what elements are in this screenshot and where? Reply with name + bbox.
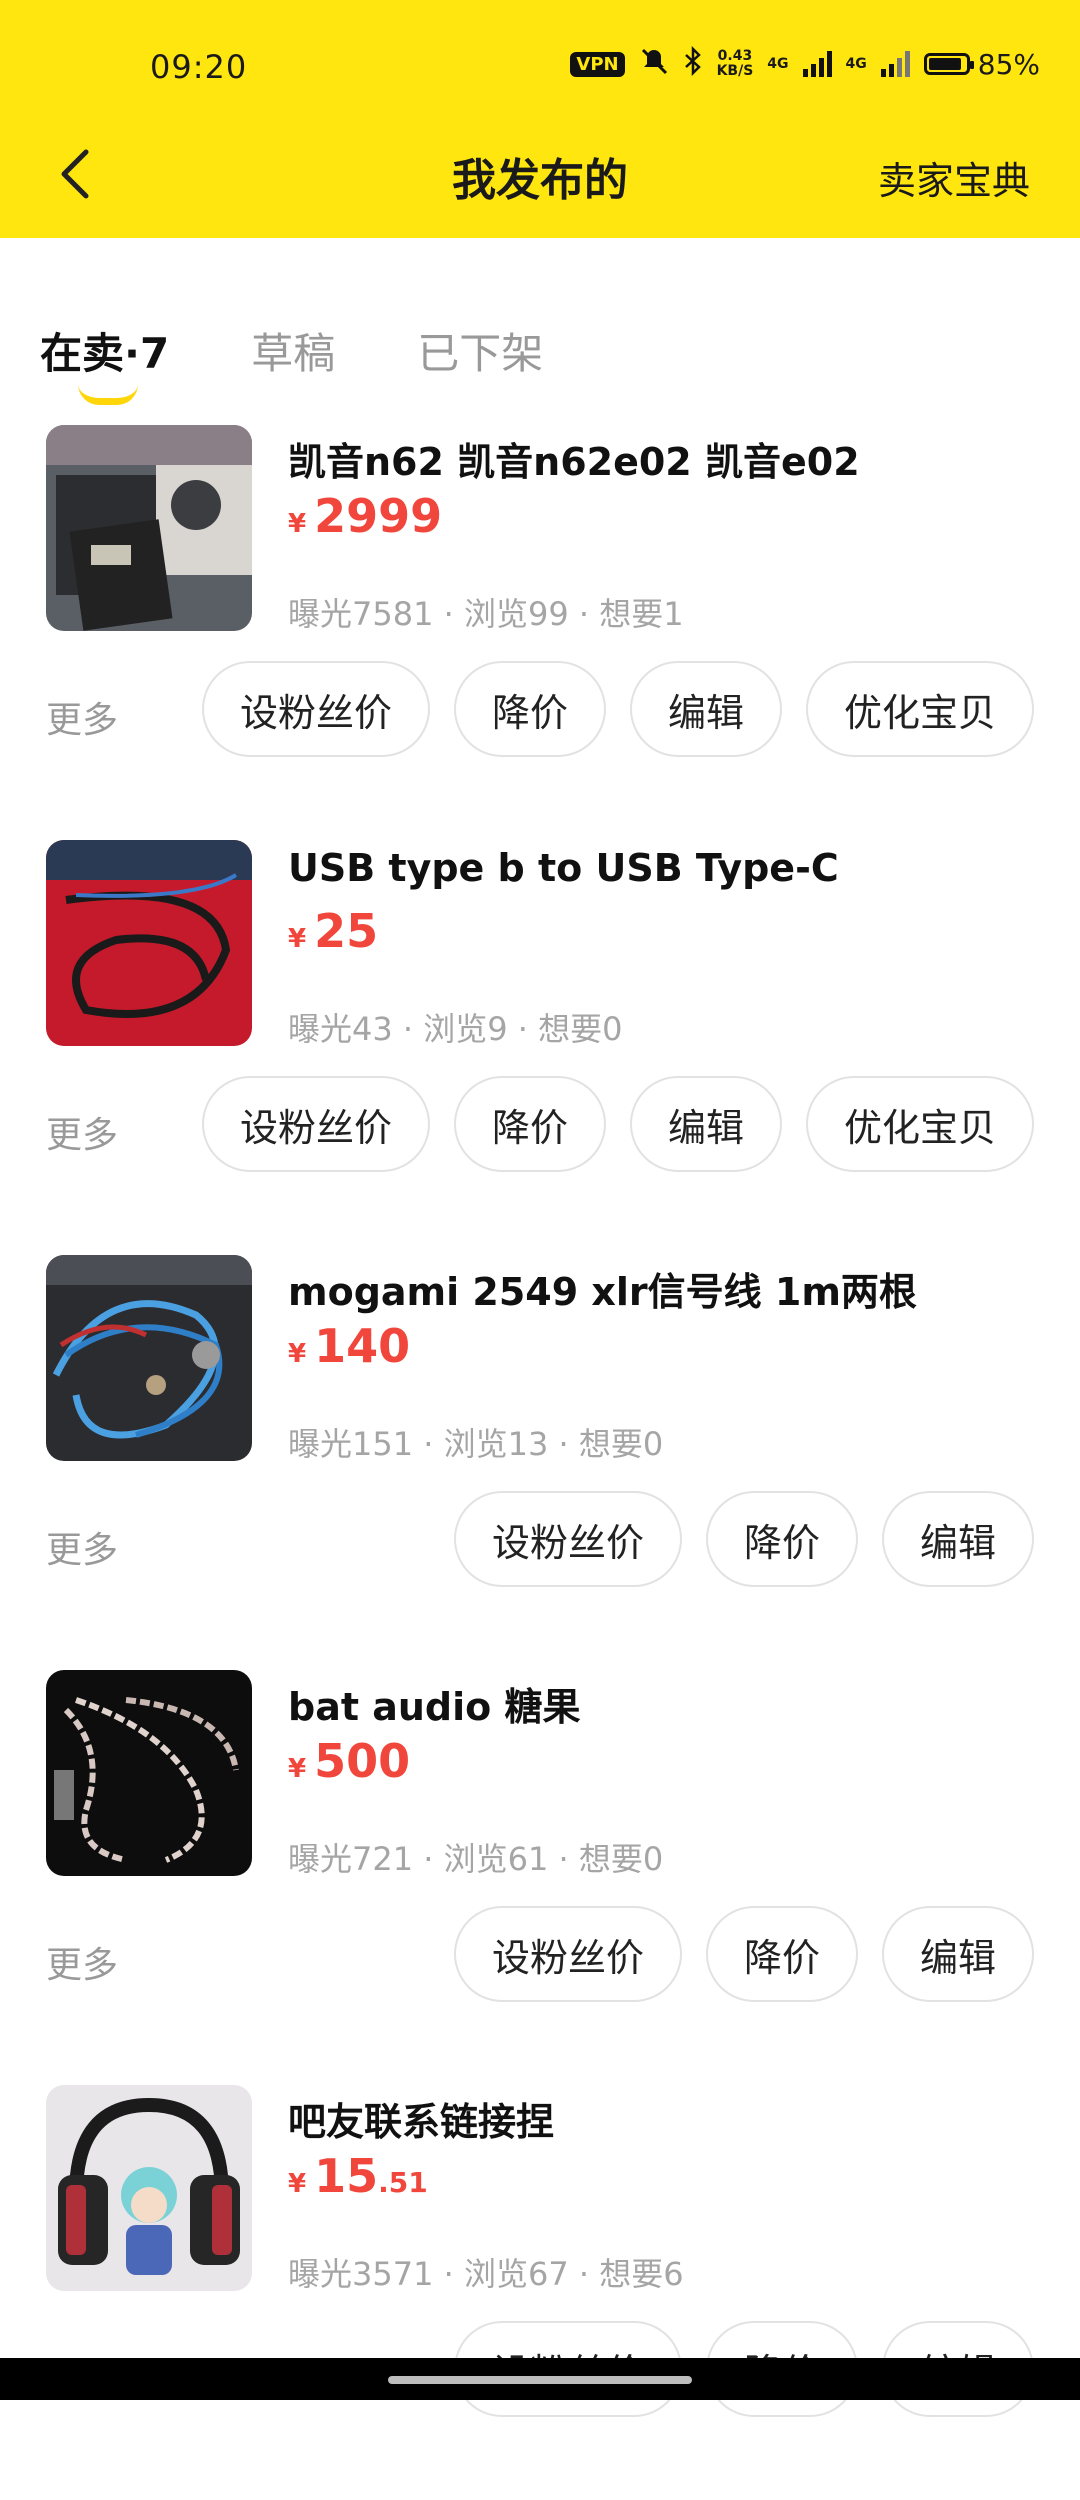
optimize-button[interactable]: 优化宝贝 [805, 661, 1034, 757]
product-image[interactable] [46, 1255, 252, 1461]
network-speed: 0.43 KB/S [717, 49, 754, 79]
set-fan-price-button[interactable]: 设粉丝价 [201, 661, 430, 757]
currency-symbol: ¥ [288, 924, 307, 954]
tab-on-sale[interactable]: 在卖·7 [40, 320, 169, 405]
status-bar: 09:20 VPN 0.43 KB/S 4G 4G 85% [0, 0, 1080, 130]
item-stats: 曝光721 · 浏览61 · 想要0 [288, 1840, 664, 1878]
item-price: ¥ 25 [288, 904, 378, 958]
more-button[interactable]: 更多 [46, 1936, 118, 1988]
set-fan-price-button[interactable]: 设粉丝价 [453, 1906, 682, 2002]
item-title: USB type b to USB Type-C [288, 846, 839, 890]
action-buttons: 设粉丝价 降价 编辑 [453, 1491, 1034, 1587]
more-button[interactable]: 更多 [46, 691, 118, 743]
item-stats: 曝光3571 · 浏览67 · 想要6 [288, 2255, 684, 2293]
set-fan-price-button[interactable]: 设粉丝价 [453, 1491, 682, 1587]
list-item[interactable]: bat audio 糖果 ¥ 500 曝光721 · 浏览61 · 想要0 更多… [0, 1670, 1080, 2085]
reduce-price-button[interactable]: 降价 [453, 1076, 606, 1172]
signal-icon-2 [880, 51, 910, 77]
edit-button[interactable]: 编辑 [881, 1906, 1034, 2002]
list-item[interactable]: 凯音n62 凯音n62e02 凯音e02 ¥ 2999 曝光7581 · 浏览9… [0, 425, 1080, 840]
price-integer: 15 [314, 2149, 379, 2203]
bluetooth-icon [683, 45, 703, 82]
battery-percent: 85% [977, 47, 1040, 81]
product-image[interactable] [46, 1670, 252, 1876]
item-stats: 曝光151 · 浏览13 · 想要0 [288, 1425, 664, 1463]
item-stats: 曝光43 · 浏览9 · 想要0 [288, 1010, 623, 1048]
price-integer: 500 [314, 1734, 411, 1788]
battery-icon [923, 53, 974, 75]
net-type-2: 4G [845, 56, 867, 72]
speed-unit: KB/S [716, 63, 754, 79]
action-buttons: 设粉丝价 降价 编辑 优化宝贝 [201, 661, 1034, 757]
item-title: 吧友联系链接捏 [288, 2100, 555, 2144]
price-integer: 25 [314, 904, 379, 958]
list-item[interactable]: mogami 2549 xlr信号线 1m两根 ¥ 140 曝光151 · 浏览… [0, 1255, 1080, 1670]
list-item[interactable]: 吧友联系链接捏 ¥ 15 .51 曝光3571 · 浏览67 · 想要6 更多 … [0, 2085, 1080, 2500]
more-button[interactable]: 更多 [46, 1521, 118, 1573]
currency-symbol: ¥ [288, 509, 307, 539]
signal-icon [802, 51, 832, 77]
product-image[interactable] [46, 840, 252, 1046]
item-title: bat audio 糖果 [288, 1685, 581, 1729]
currency-symbol: ¥ [288, 2169, 307, 2199]
top-bar: 09:20 VPN 0.43 KB/S 4G 4G 85% 我发布的 卖家宝典 [0, 0, 1080, 238]
item-price: ¥ 15 .51 [288, 2149, 428, 2203]
item-price: ¥ 500 [288, 1734, 410, 1788]
reduce-price-button[interactable]: 降价 [453, 661, 606, 757]
item-price: ¥ 2999 [288, 489, 442, 543]
edit-button[interactable]: 编辑 [881, 1491, 1034, 1587]
set-fan-price-button[interactable]: 设粉丝价 [201, 1076, 430, 1172]
reduce-price-button[interactable]: 降价 [705, 1906, 858, 2002]
action-buttons: 设粉丝价 降价 编辑 优化宝贝 [201, 1076, 1034, 1172]
more-button[interactable]: 更多 [46, 1106, 118, 1158]
edit-button[interactable]: 编辑 [629, 1076, 782, 1172]
status-time: 09:20 [150, 48, 248, 86]
price-decimal: .51 [378, 2166, 428, 2199]
currency-symbol: ¥ [288, 1339, 307, 1369]
nav-header: 我发布的 卖家宝典 [0, 130, 1080, 238]
battery-indicator: 85% [923, 47, 1040, 81]
system-nav-bar [0, 2358, 1080, 2400]
item-stats: 曝光7581 · 浏览99 · 想要1 [288, 595, 684, 633]
price-integer: 140 [314, 1319, 411, 1373]
item-price: ¥ 140 [288, 1319, 410, 1373]
tab-delisted[interactable]: 已下架 [417, 320, 543, 381]
action-buttons: 设粉丝价 降价 编辑 [453, 1906, 1034, 2002]
item-title: mogami 2549 xlr信号线 1m两根 [288, 1270, 917, 1314]
tab-bar: 在卖·7 草稿 已下架 [40, 320, 625, 405]
item-title: 凯音n62 凯音n62e02 凯音e02 [288, 440, 860, 484]
edit-button[interactable]: 编辑 [629, 661, 782, 757]
price-integer: 2999 [314, 489, 443, 543]
product-image[interactable] [46, 425, 252, 631]
reduce-price-button[interactable]: 降价 [705, 1491, 858, 1587]
vpn-badge: VPN [570, 51, 625, 77]
speed-value: 0.43 [717, 48, 753, 64]
product-image[interactable] [46, 2085, 252, 2291]
seller-guide-link[interactable]: 卖家宝典 [878, 150, 1030, 205]
tab-drafts[interactable]: 草稿 [251, 320, 335, 381]
net-type-1: 4G [767, 56, 789, 72]
currency-symbol: ¥ [288, 1754, 307, 1784]
status-icons: VPN 0.43 KB/S 4G 4G 85% [570, 45, 1040, 82]
home-indicator[interactable] [388, 2376, 692, 2384]
mute-icon [639, 46, 669, 82]
list-item[interactable]: USB type b to USB Type-C ¥ 25 曝光43 · 浏览9… [0, 840, 1080, 1255]
optimize-button[interactable]: 优化宝贝 [805, 1076, 1034, 1172]
